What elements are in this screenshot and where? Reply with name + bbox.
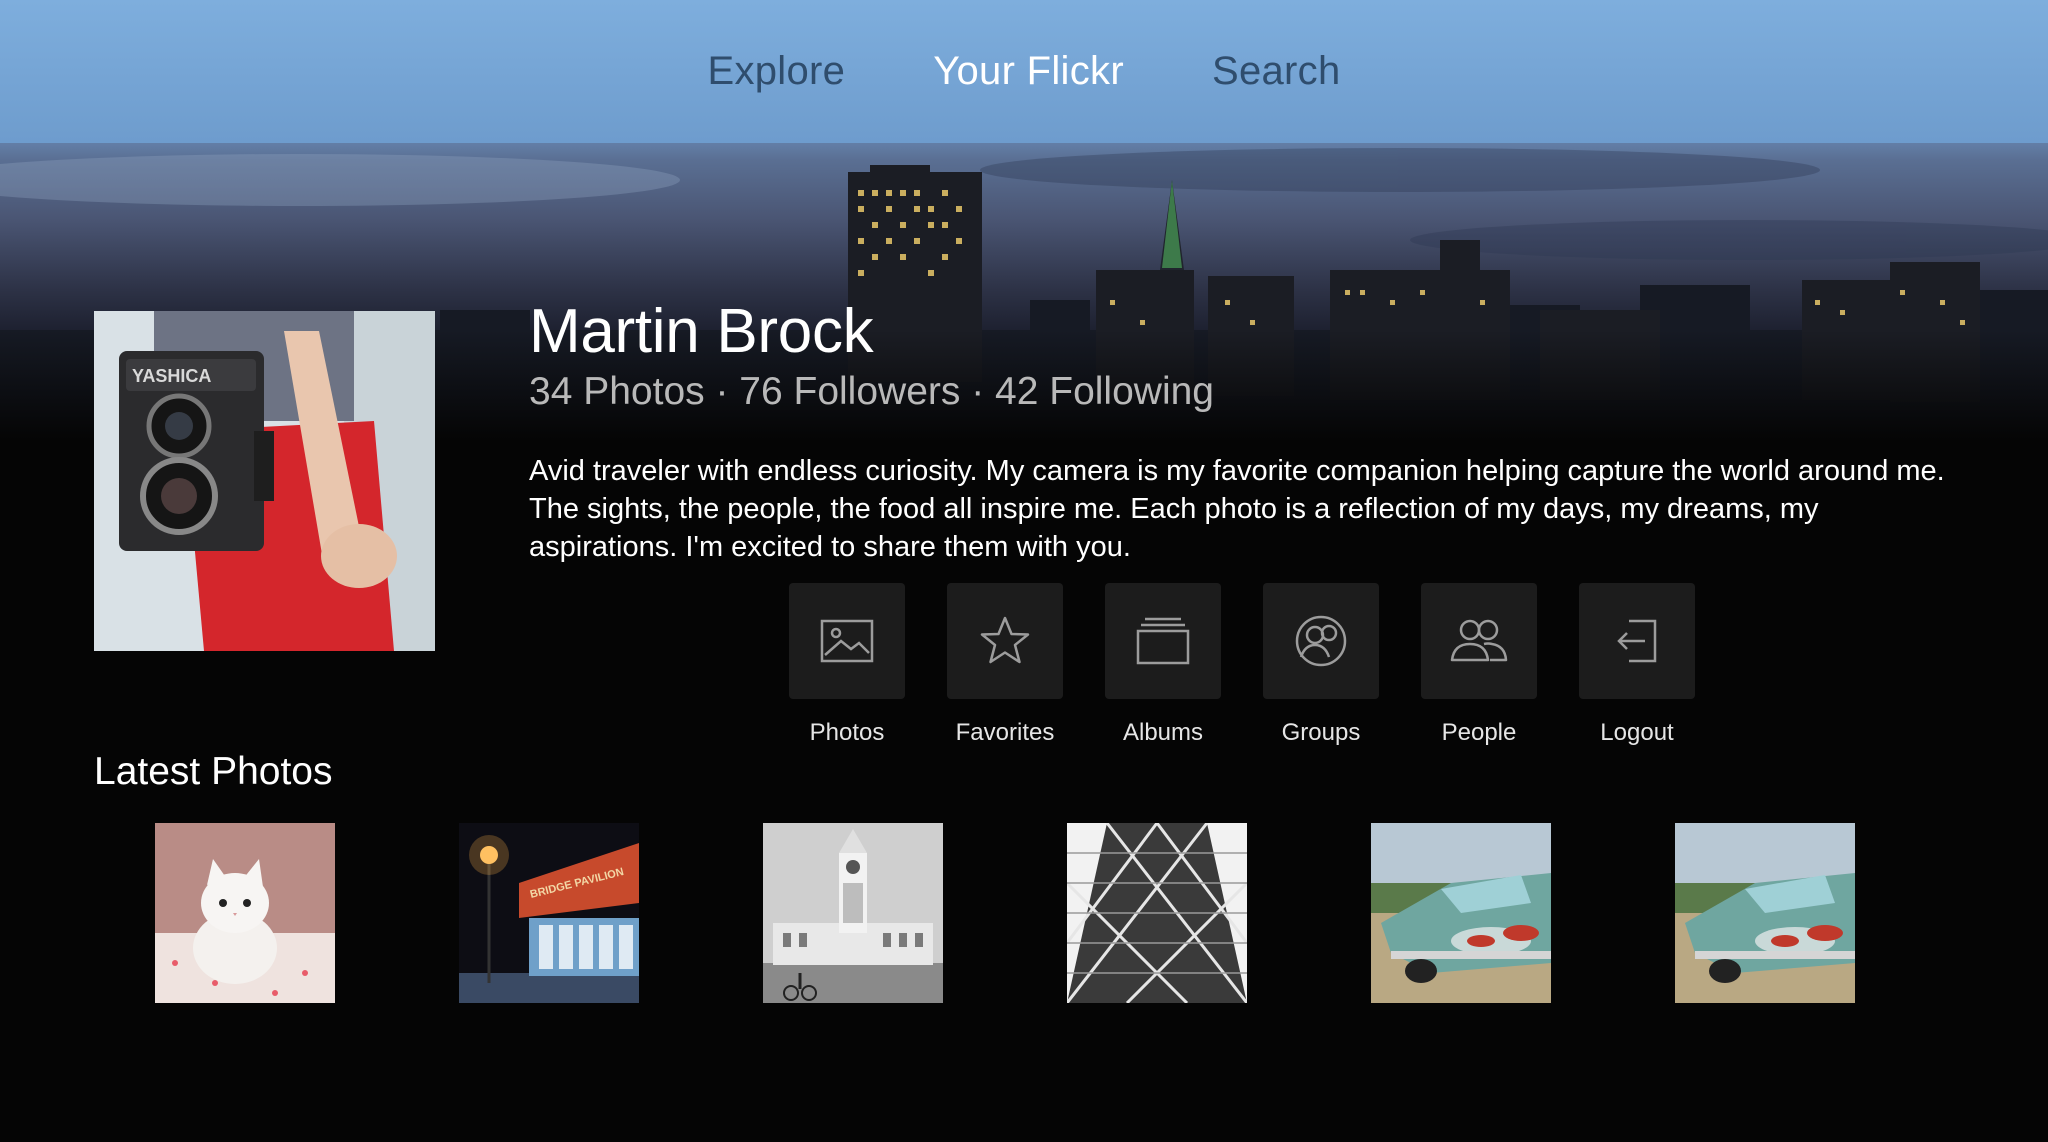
logout-label: Logout bbox=[1600, 719, 1674, 746]
photo-thumbnail-vintage-car[interactable] bbox=[1371, 823, 1551, 1003]
photos-label: Photos bbox=[809, 719, 885, 746]
people-button[interactable]: People bbox=[1421, 583, 1537, 747]
logout-button[interactable]: Logout bbox=[1579, 583, 1695, 747]
profile-actions: Photos Favorites Albums Groups People Lo… bbox=[789, 583, 1695, 747]
favorites-tile[interactable] bbox=[947, 583, 1063, 699]
star-icon bbox=[980, 616, 1030, 664]
clock-tower-photo bbox=[763, 823, 943, 1003]
tab-search[interactable]: Search bbox=[1208, 49, 1345, 94]
albums-label: Albums bbox=[1122, 719, 1204, 746]
avatar-camera-brand: YASHICA bbox=[132, 366, 211, 386]
photo-thumbnail-skyscraper[interactable] bbox=[1067, 823, 1247, 1003]
latest-photos-heading: Latest Photos bbox=[94, 750, 333, 793]
logout-icon bbox=[1617, 619, 1657, 663]
favorites-button[interactable]: Favorites bbox=[947, 583, 1063, 747]
avatar-photo-camera: YASHICA bbox=[94, 311, 435, 651]
people-label: People bbox=[1441, 719, 1517, 746]
logout-tile[interactable] bbox=[1579, 583, 1695, 699]
photo-thumbnail-pavilion[interactable]: BRIDGE PAVILION bbox=[459, 823, 639, 1003]
groups-icon bbox=[1295, 615, 1347, 667]
photos-tile[interactable] bbox=[789, 583, 905, 699]
groups-tile[interactable] bbox=[1263, 583, 1379, 699]
profile-avatar: YASHICA bbox=[94, 311, 435, 651]
people-icon bbox=[1450, 619, 1508, 662]
albums-tile[interactable] bbox=[1105, 583, 1221, 699]
groups-button[interactable]: Groups bbox=[1263, 583, 1379, 747]
tab-your-flickr[interactable]: Your Flickr bbox=[929, 49, 1128, 94]
albums-button[interactable]: Albums bbox=[1105, 583, 1221, 747]
kitten-photo bbox=[155, 823, 335, 1003]
image-icon bbox=[820, 619, 874, 663]
top-navigation-bar: Explore Your Flickr Search bbox=[0, 0, 2048, 143]
favorites-label: Favorites bbox=[955, 719, 1055, 746]
vintage-car-photo bbox=[1371, 823, 1551, 1003]
profile-bio: Avid traveler with endless curiosity. My… bbox=[529, 455, 1945, 563]
latest-photos-row: BRIDGE PAVILION bbox=[155, 823, 1855, 1003]
photo-thumbnail-vintage-car-2[interactable] bbox=[1675, 823, 1855, 1003]
tab-explore[interactable]: Explore bbox=[703, 49, 849, 94]
flickr-profile-screen: Explore Your Flickr Search YASHICA Marti… bbox=[0, 0, 2048, 1142]
people-tile[interactable] bbox=[1421, 583, 1537, 699]
profile-name: Martin Brock bbox=[529, 297, 874, 366]
groups-label: Groups bbox=[1281, 719, 1361, 746]
photo-thumbnail-kitten[interactable] bbox=[155, 823, 335, 1003]
vintage-car-photo bbox=[1675, 823, 1855, 1003]
skyscraper-photo bbox=[1067, 823, 1247, 1003]
albums-icon bbox=[1136, 617, 1190, 665]
pavilion-photo: BRIDGE PAVILION bbox=[459, 823, 639, 1003]
profile-stats: 34 Photos · 76 Followers · 42 Following bbox=[529, 370, 1214, 413]
photos-button[interactable]: Photos bbox=[789, 583, 905, 747]
photo-thumbnail-clock-tower[interactable] bbox=[763, 823, 943, 1003]
